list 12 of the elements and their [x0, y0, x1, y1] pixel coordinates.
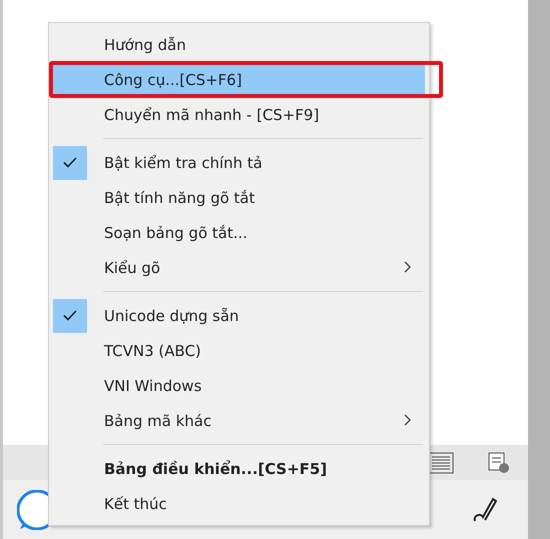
menu-item[interactable]: Kiểu gõ	[53, 250, 425, 285]
menu-item[interactable]: Chuyển mã nhanh - [CS+F9]	[53, 97, 425, 132]
menu-item[interactable]: TCVN3 (ABC)	[53, 333, 425, 368]
menu-item[interactable]: Bảng mã khác	[53, 403, 425, 438]
menu-item[interactable]: Hướng dẫn	[53, 27, 425, 62]
menu-item[interactable]: Soạn bảng gõ tắt...	[53, 215, 425, 250]
menu-item[interactable]: Công cụ...[CS+F6]	[53, 65, 425, 94]
menu-item[interactable]: Unicode dựng sẵn	[53, 298, 425, 333]
menu-item[interactable]: Bật kiểm tra chính tả	[53, 145, 425, 180]
menu-item[interactable]: Bảng điều khiển...[CS+F5]	[53, 451, 425, 486]
menu-item[interactable]: Bật tính năng gõ tắt	[53, 180, 425, 215]
menu-item[interactable]: VNI Windows	[53, 368, 425, 403]
